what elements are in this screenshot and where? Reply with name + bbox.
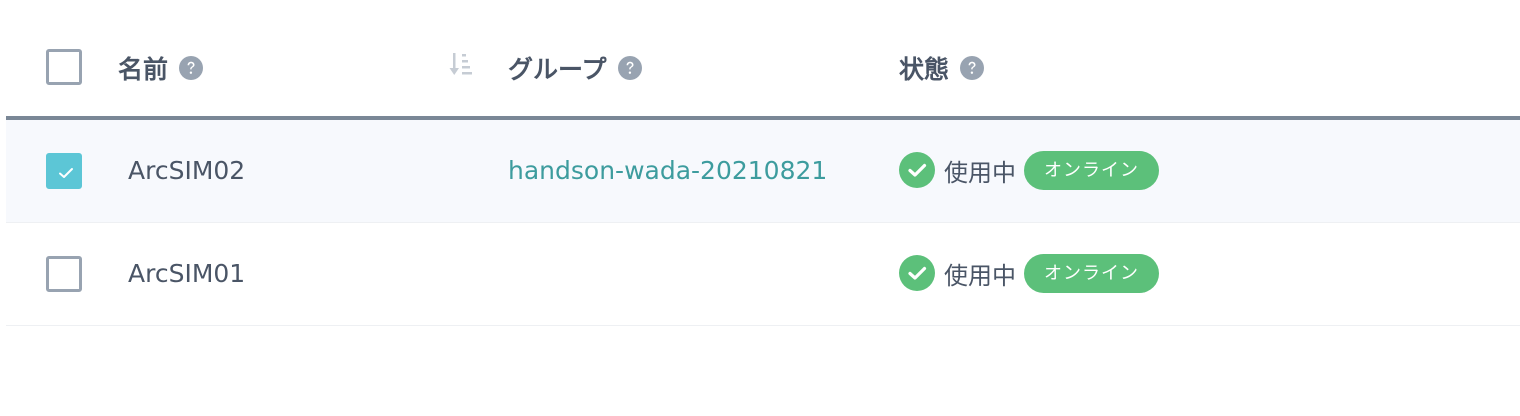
question-circle-icon[interactable] xyxy=(617,56,642,80)
check-circle-icon xyxy=(899,255,935,291)
column-header-group-label: グループ xyxy=(508,55,607,84)
row-checkbox[interactable] xyxy=(46,153,82,189)
online-badge: オンライン xyxy=(1024,150,1159,190)
column-header-name[interactable]: 名前 xyxy=(118,50,204,86)
status-text: 使用中 xyxy=(944,158,1016,187)
sim-table: 名前 グループ 状態 ArcSIM02 handson-wada-2021082… xyxy=(6,0,1520,326)
column-header-status[interactable]: 状態 xyxy=(899,50,985,86)
status-cell: 使用中 オンライン xyxy=(899,253,1159,293)
status-text: 使用中 xyxy=(944,261,1016,290)
checkmark-icon xyxy=(59,168,73,178)
table-row[interactable]: ArcSIM02 handson-wada-20210821 使用中 オンライン xyxy=(6,120,1520,223)
sort-amount-down-icon[interactable] xyxy=(448,50,476,78)
table-row[interactable]: ArcSIM01 使用中 オンライン xyxy=(6,223,1520,326)
question-circle-icon[interactable] xyxy=(960,56,985,80)
column-header-group[interactable]: グループ xyxy=(508,50,642,86)
select-all-checkbox[interactable] xyxy=(46,49,82,85)
column-header-status-label: 状態 xyxy=(899,55,950,84)
column-header-name-label: 名前 xyxy=(118,55,169,84)
sim-name: ArcSIM01 xyxy=(128,259,246,288)
sim-name: ArcSIM02 xyxy=(128,156,246,185)
row-checkbox[interactable] xyxy=(46,256,82,292)
group-link[interactable]: handson-wada-20210821 xyxy=(508,156,827,185)
status-cell: 使用中 オンライン xyxy=(899,150,1159,190)
online-badge: オンライン xyxy=(1024,253,1159,293)
question-circle-icon[interactable] xyxy=(179,56,204,80)
check-circle-icon xyxy=(899,152,935,188)
table-header: 名前 グループ 状態 xyxy=(6,0,1520,120)
